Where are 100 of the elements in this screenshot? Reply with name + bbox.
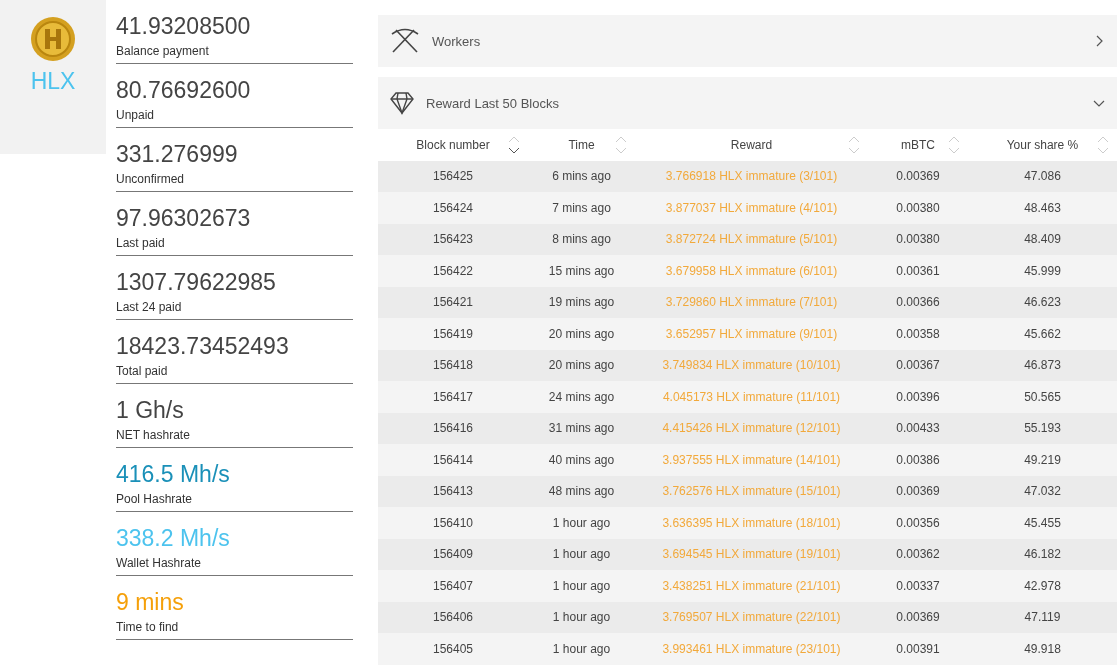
table-cell-text: 7 mins ago [551, 200, 612, 215]
table-cell-text: 3.877037 HLX immature (4/101) [664, 200, 839, 215]
table-cell-text: 47.032 [1023, 484, 1062, 499]
table-cell-text: 45.999 [1023, 263, 1062, 278]
sort-icon[interactable] [508, 135, 520, 154]
table-cell-text: 3.766918 HLX immature (3/101) [664, 169, 839, 184]
table-cell-text: 0.00356 [895, 515, 941, 530]
stat-label: Unpaid [116, 108, 156, 122]
table-cell-text: 156405 [431, 641, 474, 656]
table-cell-text: 0.00396 [895, 389, 941, 404]
table-cell-text: 156414 [431, 452, 474, 467]
stat-value: 416.5 Mh/s [116, 461, 231, 487]
table-cell-text: 0.00391 [895, 641, 941, 656]
table-cell-text: 0.00369 [895, 484, 941, 499]
table-cell-text: 47.086 [1023, 169, 1062, 184]
table-cell-text: 0.00358 [895, 326, 941, 341]
table-cell-text: 156422 [431, 263, 474, 278]
table-cell-text: 46.182 [1023, 547, 1062, 562]
table-cell-text: 0.00433 [895, 421, 941, 436]
table-cell-text: 156425 [431, 169, 474, 184]
stat-label: Last 24 paid [116, 300, 183, 314]
stat-value: 331.276999 [116, 141, 239, 167]
coin-logo-icon [30, 16, 76, 62]
table-cell-text: 4.045173 HLX immature (11/101) [661, 389, 842, 404]
table-cell-text: 156417 [431, 389, 474, 404]
table-cell-text: 3.438251 HLX immature (21/101) [661, 578, 842, 593]
table-cell-text: 49.918 [1023, 641, 1062, 656]
diamond-icon [390, 91, 414, 115]
stat-label: Time to find [116, 620, 180, 634]
table-cell-text: 4.415426 HLX immature (12/101) [661, 421, 842, 436]
table-cell-text: 0.00380 [895, 200, 941, 215]
section-title: Workers [432, 33, 482, 49]
table-cell-text: 0.00369 [895, 610, 941, 625]
table-cell-text: 48.463 [1023, 200, 1062, 215]
table-cell-text: 0.00337 [895, 578, 941, 593]
stat-value: 97.96302673 [116, 205, 252, 231]
table-cell-text: 48.409 [1023, 232, 1062, 247]
section-header[interactable]: Reward Last 50 Blocks [378, 77, 1117, 129]
stat-label: Balance payment [116, 44, 210, 58]
column-header[interactable]: Time [568, 137, 595, 152]
table-cell-text: 156423 [431, 232, 474, 247]
stat-value: 18423.73452493 [116, 333, 290, 359]
stat-value: 41.93208500 [116, 13, 252, 39]
table-cell-text: 3.872724 HLX immature (5/101) [664, 232, 839, 247]
table-cell-text: 156409 [431, 547, 474, 562]
table-cell-text: 1 hour ago [551, 610, 612, 625]
table-cell-text: 45.455 [1023, 515, 1062, 530]
section-title: Reward Last 50 Blocks [426, 95, 560, 111]
table-cell-text: 156416 [431, 421, 474, 436]
stat-label: Pool Hashrate [116, 492, 194, 506]
table-cell-text: 156418 [431, 358, 474, 373]
stat-value: 80.76692600 [116, 77, 252, 103]
table-cell-text: 1 hour ago [551, 515, 612, 530]
table-cell-text: 40 mins ago [547, 452, 616, 467]
table-cell-text: 156424 [431, 200, 474, 215]
table-cell-text: 31 mins ago [547, 421, 616, 436]
table-cell-text: 0.00367 [895, 358, 941, 373]
table-cell-text: 47.119 [1023, 610, 1062, 625]
table-cell-text: 19 mins ago [547, 295, 616, 310]
table-cell-text: 3.679958 HLX immature (6/101) [664, 263, 839, 278]
table-cell-text: 1 hour ago [551, 578, 612, 593]
table-cell-text: 0.00362 [895, 547, 941, 562]
table-cell-text: 46.873 [1023, 358, 1062, 373]
table-cell-text: 3.749834 HLX immature (10/101) [661, 358, 842, 373]
table-cell-text: 156406 [431, 610, 474, 625]
pickaxe-icon [390, 28, 420, 54]
stat-label: Wallet Hashrate [116, 556, 202, 570]
table-cell-text: 24 mins ago [547, 389, 616, 404]
table-cell-text: 156419 [431, 326, 474, 341]
table-cell-text: 1 hour ago [551, 641, 612, 656]
table-cell-text: 0.00369 [895, 169, 941, 184]
section-header[interactable]: Workers [378, 15, 1117, 67]
table-cell-text: 48 mins ago [547, 484, 616, 499]
table-cell-text: 0.00380 [895, 232, 941, 247]
stat-value: 1 Gh/s [116, 397, 185, 423]
table-cell-text: 0.00386 [895, 452, 941, 467]
table-cell-text: 156407 [431, 578, 474, 593]
table-cell-text: 46.623 [1023, 295, 1062, 310]
stat-label: Total paid [116, 364, 169, 378]
table-cell-text: 55.193 [1023, 421, 1062, 436]
table-cell-text: 156413 [431, 484, 474, 499]
table-cell-text: 0.00366 [895, 295, 941, 310]
column-header[interactable]: mBTC [901, 137, 935, 152]
stat-label: Unconfirmed [116, 172, 186, 186]
table-cell-text: 3.937555 HLX immature (14/101) [661, 452, 842, 467]
stat-label: NET hashrate [116, 428, 191, 442]
table-cell-text: 20 mins ago [547, 358, 616, 373]
table-cell-text: 3.652957 HLX immature (9/101) [664, 326, 839, 341]
table-cell-text: 20 mins ago [547, 326, 616, 341]
table-cell-text: 3.694545 HLX immature (19/101) [661, 547, 842, 562]
column-header[interactable]: Your share % [1006, 137, 1079, 152]
table-cell-text: 50.565 [1023, 389, 1062, 404]
table-cell-text: 3.729860 HLX immature (7/101) [664, 295, 839, 310]
table-cell-text: 45.662 [1023, 326, 1062, 341]
stat-label: Last paid [116, 236, 166, 250]
column-header[interactable]: Block number [416, 137, 490, 152]
column-header[interactable]: Reward [730, 137, 773, 152]
table-cell-text: 3.762576 HLX immature (15/101) [661, 484, 842, 499]
stat-value: 9 mins [116, 589, 185, 615]
table-cell-text: 0.00361 [895, 263, 941, 278]
